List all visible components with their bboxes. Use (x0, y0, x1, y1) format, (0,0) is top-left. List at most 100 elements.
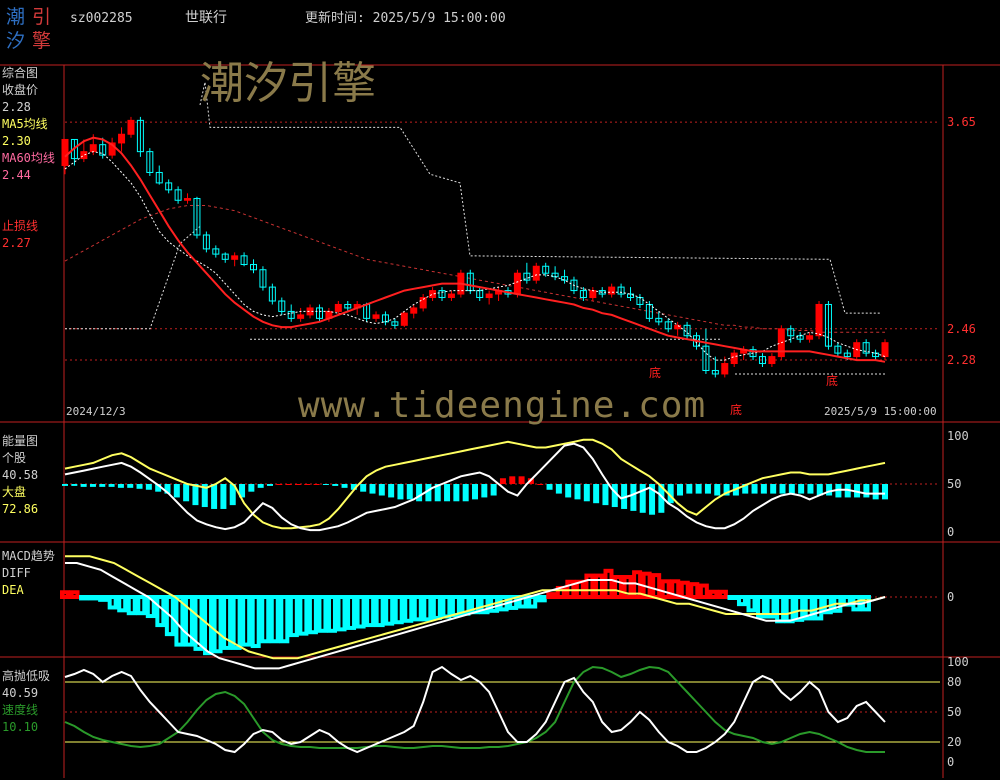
macd-bar (527, 595, 538, 609)
end-date: 2025/5/9 15:00:00 (824, 405, 937, 418)
candle-body (118, 133, 126, 144)
macd-bar (260, 595, 271, 644)
energy-bar (192, 484, 199, 506)
ma60-value: 2.44 (2, 168, 31, 182)
energy-bar (630, 484, 637, 511)
macd-bar (231, 595, 242, 650)
energy-bar (490, 484, 497, 496)
macd-bar (584, 573, 595, 600)
upper-band (199, 82, 880, 314)
candle-body (297, 314, 305, 319)
energy-bar (397, 484, 404, 500)
ma60-label: MA60均线 (2, 151, 55, 165)
hilo-tick-4: 0 (947, 755, 954, 769)
candle-body (730, 352, 738, 365)
energy-bar (760, 484, 767, 494)
macd-bar (660, 579, 671, 599)
energy-bar (332, 484, 339, 486)
bottom-mark-3: 底 (826, 374, 839, 388)
energy-bar (546, 484, 553, 490)
hilo-title: 高抛低吸 (2, 669, 51, 683)
energy-bar (257, 484, 264, 488)
macd-bar (307, 595, 318, 635)
candle-body (674, 324, 682, 330)
candle-body (334, 303, 342, 312)
energy-bar (863, 484, 870, 498)
candle-body (881, 342, 889, 358)
hilo-tick-3: 20 (947, 735, 961, 749)
candle-body (400, 312, 408, 326)
energy-bar (313, 484, 320, 485)
energy-bar (788, 484, 795, 494)
energy-bar (583, 484, 590, 502)
kline-title: 综合图 (2, 66, 39, 80)
macd-bar (603, 568, 614, 600)
candle-body (806, 335, 814, 340)
energy-bar (555, 484, 562, 494)
energy-bar (882, 484, 888, 500)
energy-bar (136, 484, 143, 489)
energy-stock-value: 40.58 (2, 468, 39, 482)
bottom-mark-2: 底 (730, 403, 743, 417)
macd-bar (346, 595, 357, 630)
macd-bar (431, 595, 442, 620)
logo-char-1: 潮 (6, 6, 26, 28)
start-date: 2024/12/3 (66, 405, 126, 418)
energy-bar (62, 484, 68, 486)
hilo-panel: 100 80 50 20 0 (64, 655, 969, 769)
macd-bar (126, 595, 137, 616)
macd-bar (250, 595, 261, 649)
energy-bar (807, 484, 814, 494)
stock-code: sz002285 (70, 11, 133, 26)
macd-bar (212, 595, 223, 654)
energy-bar (677, 484, 683, 496)
macd-title: MACD趋势 (2, 549, 55, 563)
macd-bar (326, 595, 337, 633)
candle-body (513, 272, 521, 295)
energy-bar (751, 484, 758, 494)
macd-bar (374, 595, 385, 628)
energy-bar (826, 484, 833, 496)
energy-bar (872, 484, 879, 500)
energy-bar (537, 484, 544, 485)
candle-body (80, 151, 88, 160)
energy-bar (80, 484, 87, 487)
energy-stock-label: 个股 (2, 451, 27, 465)
macd-bar (698, 583, 709, 599)
macd-bar (736, 595, 747, 607)
macd-bar (355, 595, 366, 629)
macd-bar (279, 595, 290, 644)
macd-bar (269, 595, 280, 644)
macd-bar (298, 595, 309, 636)
macd-diff-label: DIFF (2, 566, 31, 580)
macd-bar (775, 595, 786, 624)
energy-bar (593, 484, 600, 504)
energy-bar (276, 484, 283, 485)
macd-bar (746, 595, 757, 613)
stock-name: 世联行 (185, 10, 227, 26)
energy-bar (220, 484, 227, 509)
macd-bar (107, 595, 118, 610)
macd-bar (317, 595, 328, 633)
macd-bar (727, 595, 738, 600)
ma5-value: 2.30 (2, 134, 31, 148)
candle-body (815, 303, 823, 337)
energy-bar (565, 484, 572, 498)
energy-bar (173, 484, 180, 498)
macd-bar (784, 595, 795, 624)
price-tick-2: 2.28 (947, 353, 976, 367)
hilo-tick-2: 50 (947, 705, 961, 719)
energy-bar (611, 484, 618, 508)
energy-bar (360, 484, 367, 492)
energy-bar (509, 476, 516, 484)
macd-bar (79, 595, 90, 601)
energy-bar (639, 484, 646, 513)
update-time: 更新时间: 2025/5/9 15:00:00 (305, 11, 506, 26)
candle-body (61, 138, 69, 167)
candle-body (372, 314, 380, 319)
bottom-mark-1: 底 (649, 366, 662, 380)
macd-tick-0: 0 (947, 590, 954, 604)
macd-bar (117, 595, 128, 613)
macd-bar (60, 590, 70, 599)
macd-bar (546, 592, 557, 599)
